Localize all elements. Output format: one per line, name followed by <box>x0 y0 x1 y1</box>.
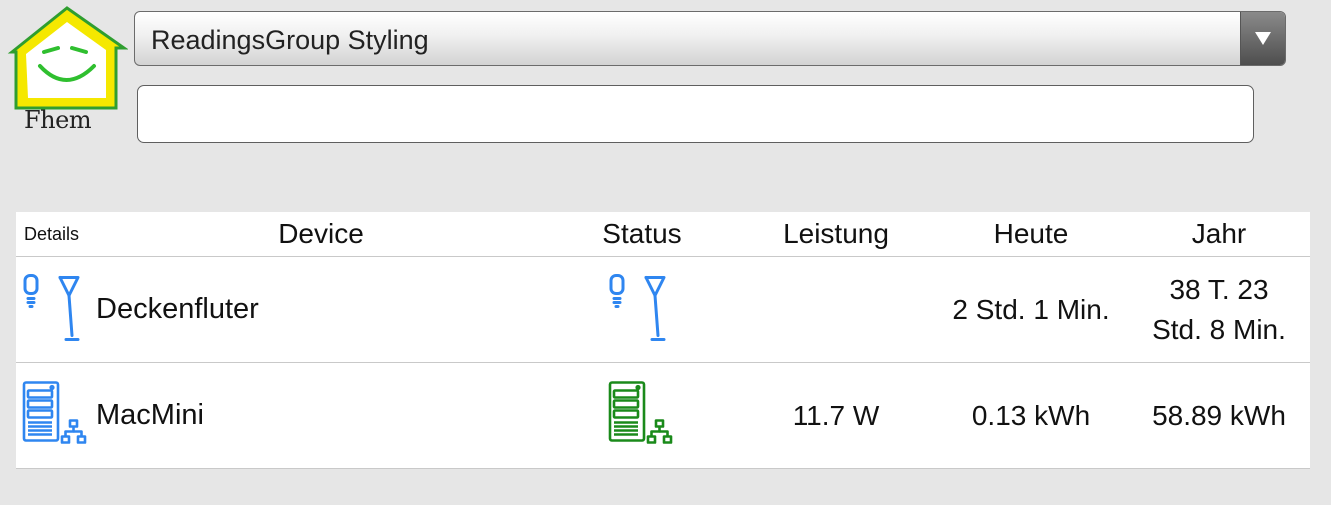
leistung-value: 11.7 W <box>792 399 880 431</box>
device-name-link[interactable]: Deckenfluter <box>96 257 259 362</box>
header-status: Status <box>602 218 682 249</box>
header-details-link[interactable]: Details <box>24 212 79 260</box>
table-row: Deckenfluter 2 Std. 1 Min. 38 T. 23 Std.… <box>16 257 1310 363</box>
logo-text: Fhem <box>24 106 92 134</box>
server-network-icon[interactable] <box>608 380 674 451</box>
readings-group-table: Details Device Status Leistung Heute Jah… <box>16 212 1310 469</box>
jahr-value: 38 T. 23 Std. 8 Min. <box>1132 257 1306 362</box>
server-network-icon[interactable] <box>22 380 88 451</box>
chevron-down-icon[interactable] <box>1240 12 1285 65</box>
jahr-value-line2: Std. 8 Min. <box>1152 313 1286 345</box>
fhem-logo[interactable]: Fhem <box>6 2 129 140</box>
header-jahr: Jahr <box>1191 218 1247 249</box>
header-leistung: Leistung <box>783 218 889 249</box>
table-header-row: Details Device Status Leistung Heute Jah… <box>16 212 1310 257</box>
table-row: MacMini 11.7 W 0.13 kWh 58.89 kWh <box>16 363 1310 469</box>
room-select-value: ReadingsGroup Styling <box>151 25 429 55</box>
lamp-antenna-icon[interactable] <box>22 271 86 348</box>
room-select[interactable]: ReadingsGroup Styling <box>134 11 1286 66</box>
leistung-value <box>751 257 921 362</box>
heute-value: 0.13 kWh <box>971 399 1091 431</box>
heute-value: 2 Std. 1 Min. <box>952 293 1110 325</box>
house-logo-icon <box>7 6 129 110</box>
header-heute: Heute <box>993 218 1069 249</box>
lamp-antenna-icon[interactable] <box>608 271 672 348</box>
header-device: Device <box>278 218 364 249</box>
device-name-link[interactable]: MacMini <box>96 363 204 468</box>
jahr-value: 58.89 kWh <box>1152 399 1286 431</box>
command-input[interactable] <box>137 85 1254 143</box>
jahr-value-line1: 38 T. 23 <box>1169 273 1269 305</box>
